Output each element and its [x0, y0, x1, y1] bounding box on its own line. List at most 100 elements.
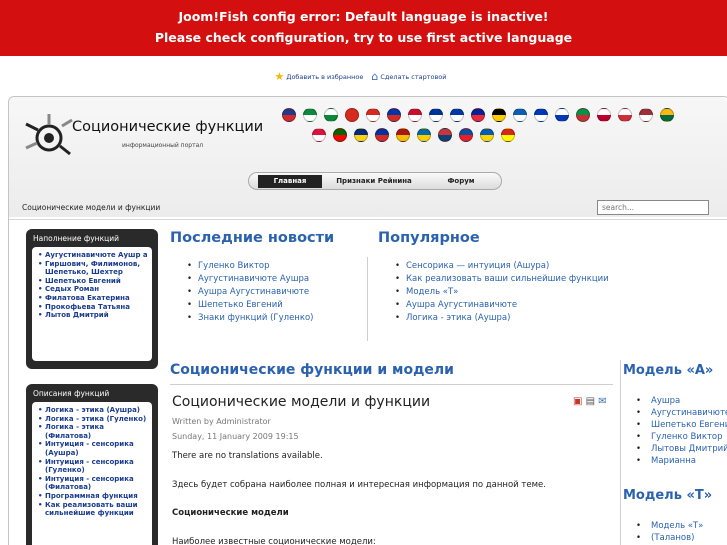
- language-flag-icon[interactable]: [513, 108, 527, 122]
- list-item[interactable]: Прокофьева Татьяна: [38, 303, 148, 312]
- list-item[interactable]: Логика - этика (Аушра): [38, 406, 148, 415]
- language-flag-icon[interactable]: [492, 108, 506, 122]
- language-flag-icon[interactable]: [417, 128, 431, 142]
- list-item[interactable]: (Таланов): [634, 532, 727, 544]
- nav-forum[interactable]: Форум: [426, 175, 496, 188]
- list-item[interactable]: Логика - этика (Филатова): [38, 423, 148, 440]
- list-item[interactable]: Интуиция - сенсорика (Аушра): [38, 440, 148, 457]
- list-item[interactable]: Филатова Екатерина: [38, 294, 148, 303]
- language-flag-icon[interactable]: [345, 108, 359, 122]
- language-flag-icon[interactable]: [396, 128, 410, 142]
- search-input[interactable]: [597, 200, 709, 215]
- language-flag-icon[interactable]: [387, 108, 401, 122]
- article-paragraph: There are no translations available.: [172, 451, 323, 461]
- latest-news-title: Последние новости: [170, 230, 335, 246]
- article-author: Written by Administrator: [172, 417, 271, 426]
- list-item[interactable]: Гуленко Виктор: [634, 431, 727, 443]
- list-item[interactable]: Знаки функций (Гуленко): [184, 312, 314, 325]
- list-item[interactable]: Как реализовать ваши сильнейшие функции: [392, 273, 609, 286]
- language-flag-icon[interactable]: [408, 108, 422, 122]
- list-item[interactable]: Седых Роман: [38, 285, 148, 294]
- list-item[interactable]: Лытов Дмитрий: [38, 311, 148, 320]
- home-icon: ⌂: [371, 70, 379, 83]
- breadcrumb: Соционические модели и функции: [22, 203, 161, 212]
- language-flag-icon[interactable]: [324, 108, 338, 122]
- config-error-banner: Joom!Fish config error: Default language…: [0, 0, 727, 56]
- language-flag-icon[interactable]: [438, 128, 452, 142]
- popular-title: Популярное: [378, 230, 480, 246]
- language-flag-icon[interactable]: [429, 108, 443, 122]
- language-flag-icon[interactable]: [534, 108, 548, 122]
- popular-list: Сенсорика — интуиция (Ашура)Как реализов…: [392, 260, 609, 325]
- language-flag-icon[interactable]: [597, 108, 611, 122]
- list-item[interactable]: Логика - этика (Гуленко): [38, 415, 148, 424]
- language-flag-icon[interactable]: [459, 128, 473, 142]
- list-item[interactable]: Аушра Аугустинавичюте: [184, 286, 314, 299]
- language-flag-icon[interactable]: [333, 128, 347, 142]
- list-item[interactable]: Модель «Т»: [634, 520, 727, 532]
- model-t-list: Модель «Т» (Таланов): [634, 520, 727, 544]
- language-flag-icon[interactable]: [450, 108, 464, 122]
- list-item[interactable]: Логика - этика (Аушра): [392, 312, 609, 325]
- list-item[interactable]: Модель «Т»: [392, 286, 609, 299]
- language-flag-icon[interactable]: [471, 108, 485, 122]
- site-title[interactable]: Соционические функции: [72, 119, 263, 135]
- language-flag-icon[interactable]: [501, 128, 515, 142]
- language-flag-icon[interactable]: [303, 108, 317, 122]
- language-flag-icon[interactable]: [660, 108, 674, 122]
- language-flag-icon[interactable]: [366, 108, 380, 122]
- article-date: Sunday, 11 January 2009 19:15: [172, 432, 299, 441]
- list-item[interactable]: Марианна: [634, 455, 727, 467]
- article-title: Соционические модели и функции: [172, 394, 431, 410]
- language-flag-icon[interactable]: [312, 128, 326, 142]
- top-links: ★ Добавить в избранное ⌂ Сделать стартовой: [0, 70, 727, 83]
- star-icon: ★: [274, 70, 285, 83]
- list-item[interactable]: Гиршович, Филимонов, Шепетько, Шехтер: [38, 260, 148, 277]
- language-flag-icon[interactable]: [576, 108, 590, 122]
- article-paragraph: Наиболее известные соционические модели:: [172, 537, 376, 545]
- module-title: Описания функций: [33, 389, 110, 398]
- error-line-2: Please check configuration, try to use f…: [154, 30, 573, 45]
- list-item[interactable]: Как реализовать ваши сильнейшие функции: [38, 501, 148, 518]
- language-flag-icon[interactable]: [618, 108, 632, 122]
- language-flag-icon[interactable]: [555, 108, 569, 122]
- list-item[interactable]: Шепетько Евгений: [634, 419, 727, 431]
- model-t-title: Модель «Т»: [623, 488, 713, 503]
- list-item[interactable]: Гуленко Виктор: [184, 260, 314, 273]
- language-flag-icon[interactable]: [375, 128, 389, 142]
- list-item[interactable]: Сенсорика — интуиция (Ашура): [392, 260, 609, 273]
- set-homepage-link[interactable]: Сделать стартовой: [380, 73, 446, 81]
- module-body: Аугустинавичюте Аушр аГиршович, Филимоно…: [32, 247, 152, 361]
- pdf-icon[interactable]: ▣: [573, 396, 582, 407]
- language-flag-icon[interactable]: [480, 128, 494, 142]
- language-flag-icon[interactable]: [639, 108, 653, 122]
- section-divider: [170, 384, 613, 385]
- print-icon[interactable]: ▤: [586, 396, 595, 407]
- module-body: Логика - этика (Аушра)Логика - этика (Гу…: [32, 402, 152, 545]
- article-heading: Соционические модели: [172, 508, 289, 518]
- language-flag-icon[interactable]: [282, 108, 296, 122]
- list-item[interactable]: Аугустинавичюте Аушра: [184, 273, 314, 286]
- language-flag-icon[interactable]: [354, 128, 368, 142]
- nav-reinin[interactable]: Признаки Рейнина: [326, 175, 422, 188]
- list-item[interactable]: Аушра Аугустинавичюте: [392, 299, 609, 312]
- module-content-functions: Наполнение функций Аугустинавичюте Аушр …: [26, 229, 158, 369]
- list-item[interactable]: Лытовы Дмитрий: [634, 443, 727, 455]
- nav-home[interactable]: Главная: [258, 175, 322, 188]
- latest-news-list: Гуленко ВикторАугустинавичюте АушраАушра…: [184, 260, 314, 325]
- error-line-1: Joom!Fish config error: Default language…: [178, 9, 549, 24]
- list-item[interactable]: Шепетько Евгений: [38, 277, 148, 286]
- add-favorites-link[interactable]: Добавить в избранное: [286, 73, 363, 81]
- list-item[interactable]: Аугустинавичюте: [634, 407, 727, 419]
- model-a-list: Аушра Аугустинавичюте Шепетько Евгений Г…: [634, 395, 727, 467]
- list-item[interactable]: Аугустинавичюте Аушр а: [38, 251, 148, 260]
- list-item[interactable]: Интуиция - сенсорика (Филатова): [38, 475, 148, 492]
- list-item[interactable]: Интуиция - сенсорика (Гуленко): [38, 458, 148, 475]
- list-item[interactable]: Шепетько Евгений: [184, 299, 314, 312]
- article-paragraph: Здесь будет собрана наиболее полная и ин…: [172, 480, 546, 490]
- article-tools: ▣ ▤ ✉: [573, 396, 607, 407]
- list-item[interactable]: Программная функция: [38, 492, 148, 501]
- logo-icon[interactable]: [24, 112, 74, 160]
- email-icon[interactable]: ✉: [598, 396, 606, 407]
- list-item[interactable]: Аушра: [634, 395, 727, 407]
